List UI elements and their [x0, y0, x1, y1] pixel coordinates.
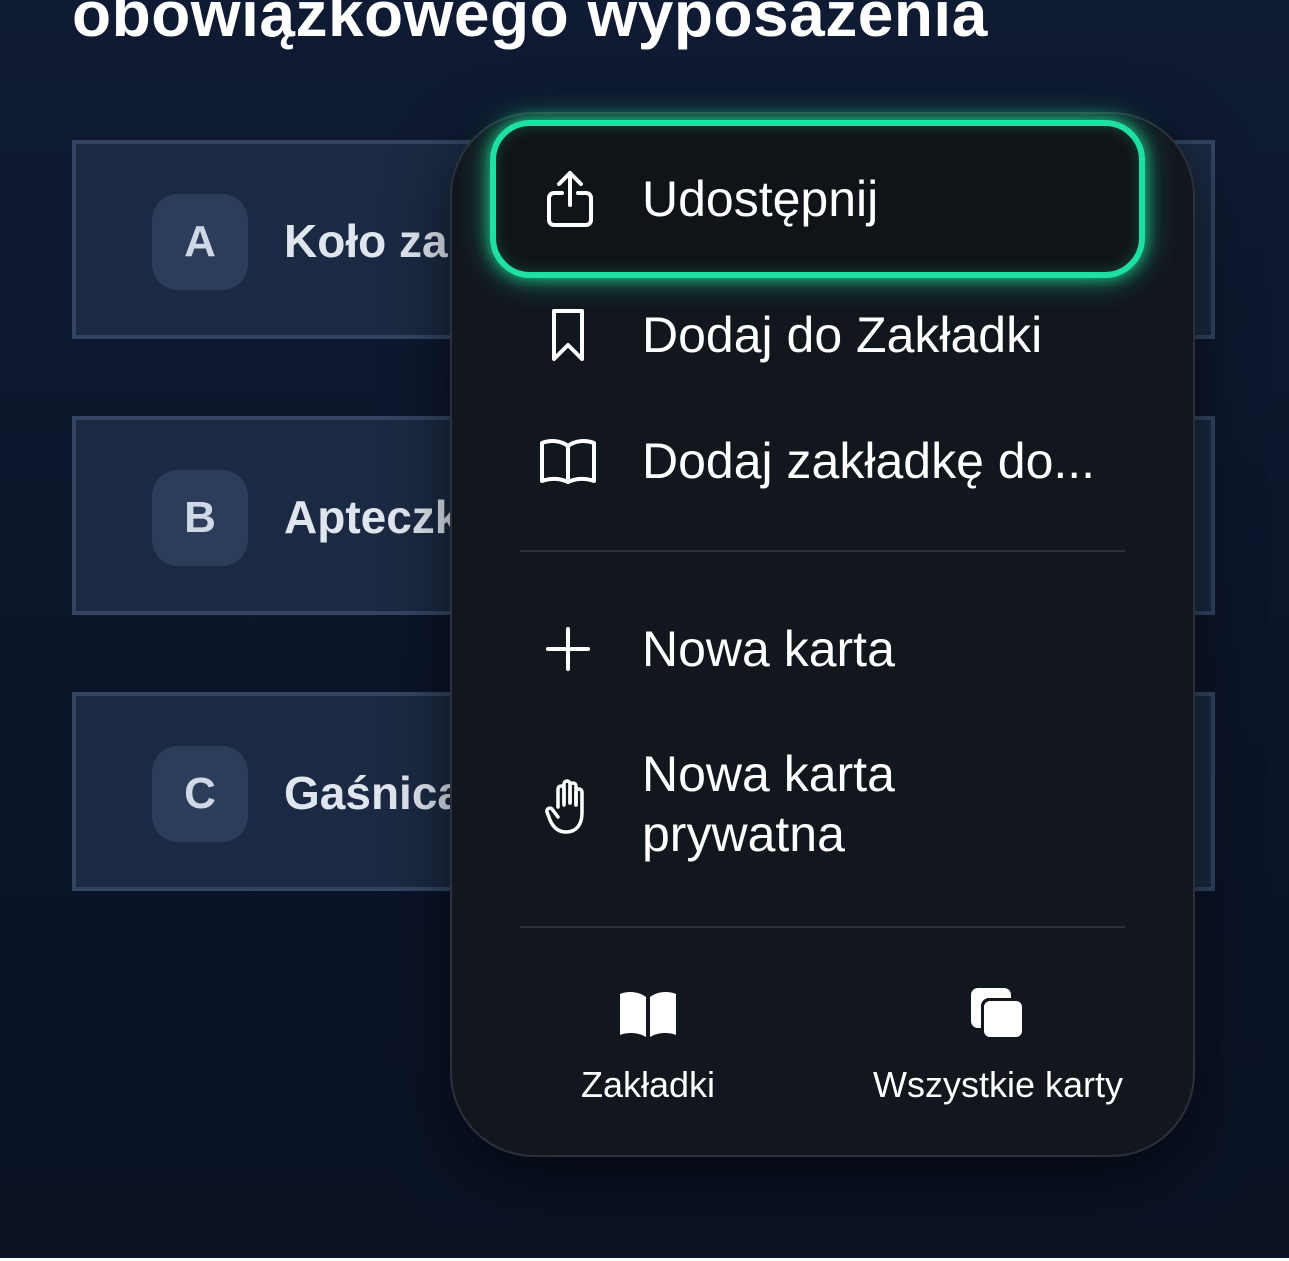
answer-text: Gaśnica [284, 767, 463, 819]
new-private-tab-menu-item[interactable]: Nowa karta prywatna [492, 740, 1153, 870]
answer-letter-badge: B [152, 470, 248, 566]
share-icon [540, 169, 600, 229]
new-private-tab-label: Nowa karta prywatna [642, 744, 895, 864]
share-label: Udostępnij [642, 171, 879, 227]
book-filled-icon [613, 984, 683, 1044]
context-menu: Udostępnij Dodaj do Zakładki Dodaj zakła… [450, 112, 1195, 1157]
hand-icon [538, 776, 598, 836]
share-menu-item[interactable]: Udostępnij [490, 120, 1145, 278]
all-tabs-button[interactable]: Wszystkie karty [838, 984, 1158, 1124]
new-tab-menu-item[interactable]: Nowa karta [492, 614, 1153, 684]
bookmark-icon [538, 305, 598, 365]
menu-divider [520, 550, 1125, 552]
tabs-icon [963, 984, 1033, 1044]
answer-letter-badge: A [152, 194, 248, 290]
menu-divider [520, 926, 1125, 928]
answer-text: Apteczk [284, 491, 461, 543]
new-tab-label: Nowa karta [642, 621, 895, 677]
bookmarks-label: Zakładki [580, 1064, 716, 1105]
plus-icon [538, 619, 598, 679]
new-private-tab-label-line1: Nowa karta [642, 746, 895, 802]
page-title: obowiązkowego wyposażenia [72, 0, 988, 50]
bookmarks-button[interactable]: Zakładki [488, 984, 808, 1124]
answer-text: Koło za [284, 215, 448, 267]
all-tabs-label: Wszystkie karty [872, 1064, 1123, 1105]
add-bookmark-to-label: Dodaj zakładkę do... [642, 433, 1096, 489]
add-bookmark-menu-item[interactable]: Dodaj do Zakładki [492, 300, 1153, 370]
add-bookmark-to-menu-item[interactable]: Dodaj zakładkę do... [492, 426, 1153, 496]
new-private-tab-label-line2: prywatna [642, 806, 845, 862]
answer-letter-badge: C [152, 746, 248, 842]
book-open-icon [538, 431, 598, 491]
add-bookmark-label: Dodaj do Zakładki [642, 307, 1043, 363]
